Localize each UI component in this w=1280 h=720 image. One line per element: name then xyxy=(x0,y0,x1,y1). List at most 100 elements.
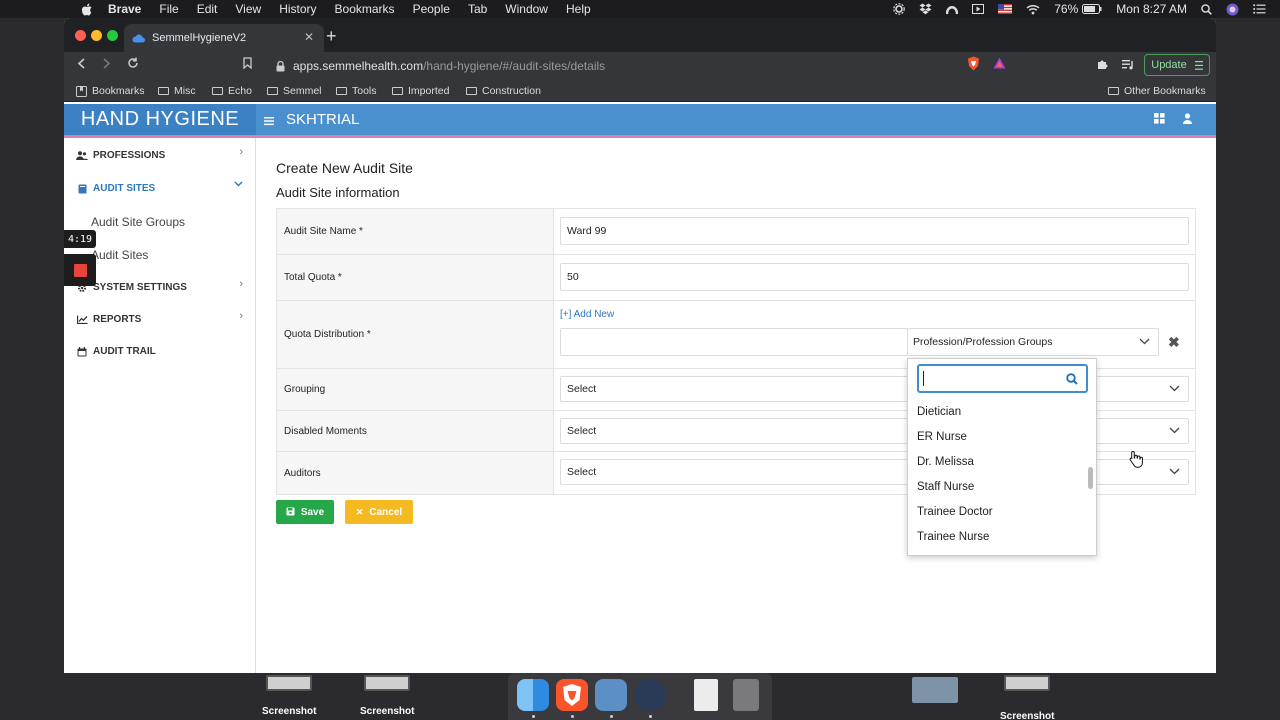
window-zoom-button[interactable] xyxy=(107,30,118,41)
tab-close-icon[interactable]: ✕ xyxy=(304,30,314,44)
recording-stop-button[interactable] xyxy=(64,254,96,286)
floppy-disk-icon xyxy=(286,507,295,518)
grouping-label: Grouping xyxy=(277,369,554,410)
bookmark-folder-echo[interactable]: Echo xyxy=(212,85,252,97)
menu-tab[interactable]: Tab xyxy=(468,2,487,16)
bookmark-bookmarks[interactable]: Bookmarks xyxy=(76,85,145,97)
status-gear-icon[interactable] xyxy=(893,3,906,15)
dropdown-option[interactable]: Trainee Nurse xyxy=(917,531,989,543)
lock-icon xyxy=(276,60,285,72)
battery-icon[interactable] xyxy=(1082,4,1102,14)
photo-thumbnail[interactable] xyxy=(912,677,958,703)
sidebar-item-audit-sites[interactable]: AUDIT SITES xyxy=(76,183,155,194)
menu-window[interactable]: Window xyxy=(505,2,548,16)
menu-app-name[interactable]: Brave xyxy=(108,2,141,16)
screenshot-thumbnail[interactable] xyxy=(266,675,312,691)
wifi-icon[interactable] xyxy=(1026,4,1040,15)
sidebar-subitem-audit-site-groups[interactable]: Audit Site Groups xyxy=(91,215,185,229)
new-tab-button[interactable]: + xyxy=(326,26,337,47)
folder-icon xyxy=(212,87,223,95)
save-button[interactable]: Save xyxy=(276,500,334,524)
dropdown-option[interactable]: Dietician xyxy=(917,406,961,418)
chevron-right-icon: › xyxy=(239,310,243,322)
window-close-button[interactable] xyxy=(75,30,86,41)
back-icon[interactable] xyxy=(77,57,85,72)
finder-app-icon[interactable] xyxy=(517,679,549,711)
bookmark-folder-imported[interactable]: Imported xyxy=(392,85,449,97)
document-stack-icon[interactable] xyxy=(694,679,718,711)
battery-percent: 76% xyxy=(1054,2,1079,16)
sidebar-subitem-audit-sites[interactable]: Audit Sites xyxy=(91,248,148,262)
dropdown-search-input[interactable] xyxy=(917,364,1088,393)
menu-edit[interactable]: Edit xyxy=(197,2,218,16)
trash-icon[interactable] xyxy=(733,679,759,711)
remove-row-icon[interactable]: ✖ xyxy=(1168,334,1180,351)
bookmark-page-icon[interactable] xyxy=(243,57,252,72)
brave-rewards-icon[interactable] xyxy=(993,57,1006,72)
dropdown-option[interactable]: Staff Nurse xyxy=(917,481,974,493)
dropdown-scrollbar[interactable] xyxy=(1088,467,1093,489)
chevron-right-icon: › xyxy=(239,146,243,158)
update-label: Update xyxy=(1151,59,1187,71)
hamburger-menu-icon[interactable] xyxy=(264,113,274,129)
total-quota-input[interactable]: 50 xyxy=(560,263,1189,291)
apple-icon[interactable] xyxy=(82,2,94,16)
menu-view[interactable]: View xyxy=(235,2,261,16)
us-flag-icon[interactable] xyxy=(998,4,1013,14)
forward-icon[interactable] xyxy=(103,57,111,72)
menu-history[interactable]: History xyxy=(279,2,316,16)
menu-bookmarks[interactable]: Bookmarks xyxy=(335,2,395,16)
preview-app-icon[interactable] xyxy=(595,679,627,711)
playlist-icon[interactable] xyxy=(1122,58,1135,73)
menubar-status-area: 76% Mon 8:27 AM xyxy=(893,0,1280,18)
bookmark-folder-misc[interactable]: Misc xyxy=(158,85,196,97)
bookmark-folder-construction[interactable]: Construction xyxy=(466,85,541,97)
grid-apps-icon[interactable] xyxy=(1154,113,1165,127)
menubar-clock[interactable]: Mon 8:27 AM xyxy=(1116,2,1187,16)
notification-center-icon[interactable] xyxy=(1253,4,1266,14)
window-minimize-button[interactable] xyxy=(91,30,102,41)
folder-icon xyxy=(158,87,169,95)
menu-file[interactable]: File xyxy=(159,2,178,16)
app-brand[interactable]: HAND HYGIENE xyxy=(64,104,256,135)
tab-semmelhygiene[interactable]: SemmelHygieneV2 ✕ xyxy=(124,24,324,52)
disabled-moments-select-value: Select xyxy=(567,425,597,437)
arc-app-icon[interactable] xyxy=(946,3,959,15)
dock-label: Screenshot xyxy=(262,706,317,717)
bookmark-folder-other[interactable]: Other Bookmarks xyxy=(1108,85,1206,97)
dropdown-option[interactable]: Dr. Melissa xyxy=(917,456,974,468)
spotlight-search-icon[interactable] xyxy=(1201,3,1212,15)
dropdown-option[interactable]: Trainee Doctor xyxy=(917,506,993,518)
profession-select[interactable]: Profession/Profession Groups xyxy=(907,328,1159,356)
menu-people[interactable]: People xyxy=(413,2,450,16)
site-name-input[interactable]: Ward 99 xyxy=(560,217,1189,245)
extensions-puzzle-icon[interactable] xyxy=(1097,58,1109,73)
menu-help[interactable]: Help xyxy=(566,2,591,16)
sidebar-item-audit-trail[interactable]: AUDIT TRAIL xyxy=(76,346,156,357)
user-profile-icon[interactable] xyxy=(1183,113,1192,127)
bookmark-folder-semmel[interactable]: Semmel xyxy=(267,85,322,97)
sidebar-item-reports[interactable]: REPORTS xyxy=(76,314,141,325)
quicktime-app-icon[interactable] xyxy=(634,679,666,711)
tab-bar: SemmelHygieneV2 ✕ + xyxy=(64,18,1216,52)
bookmark-folder-tools[interactable]: Tools xyxy=(336,85,377,97)
brave-app-icon[interactable] xyxy=(556,679,588,711)
cancel-button[interactable]: ✕ Cancel xyxy=(345,500,413,524)
update-button[interactable]: Update xyxy=(1144,54,1210,76)
tab-title: SemmelHygieneV2 xyxy=(152,32,247,44)
quota-amount-input[interactable] xyxy=(560,328,908,356)
reload-icon[interactable] xyxy=(127,57,139,72)
screenshot-thumbnail[interactable] xyxy=(1004,675,1050,691)
add-new-link[interactable]: [+] Add New xyxy=(560,309,614,320)
bookmarks-bar: Bookmarks Misc Echo Semmel Tools Importe… xyxy=(64,80,1216,102)
dropbox-icon[interactable] xyxy=(919,3,932,15)
sidebar-item-professions[interactable]: PROFESSIONS xyxy=(76,150,165,161)
media-icon[interactable] xyxy=(972,4,985,14)
dock-label: Screenshot xyxy=(360,706,415,717)
browser-window: SemmelHygieneV2 ✕ + apps.semmelhealth.co… xyxy=(64,18,1216,673)
user-avatar-icon[interactable] xyxy=(1226,3,1239,16)
screenshot-thumbnail[interactable] xyxy=(364,675,410,691)
address-bar[interactable]: apps.semmelhealth.com/hand-hygiene/#/aud… xyxy=(264,54,1044,78)
brave-shields-icon[interactable] xyxy=(967,56,980,74)
dropdown-option[interactable]: ER Nurse xyxy=(917,431,967,443)
